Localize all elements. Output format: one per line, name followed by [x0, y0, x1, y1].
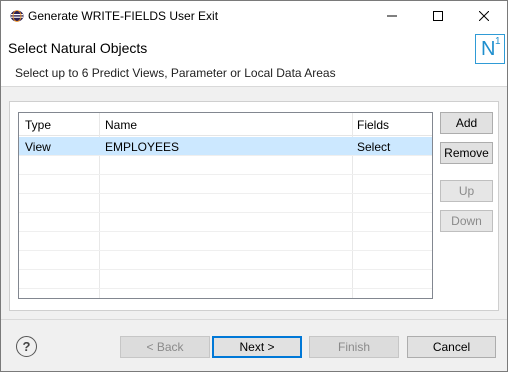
objects-table[interactable]: Type Name Fields View EMPLOYEES Select [18, 112, 433, 299]
column-header-name[interactable]: Name [105, 118, 137, 132]
close-button[interactable] [461, 1, 507, 31]
table-row[interactable]: View EMPLOYEES Select [19, 137, 432, 156]
column-header-type[interactable]: Type [25, 118, 51, 132]
table-row-empty [19, 213, 432, 232]
next-button[interactable]: Next > [212, 336, 302, 358]
title-bar: Generate WRITE-FIELDS User Exit [1, 1, 507, 31]
cell-name: EMPLOYEES [105, 140, 180, 154]
column-header-fields[interactable]: Fields [357, 118, 389, 132]
wizard-content: Type Name Fields View EMPLOYEES Select A… [1, 88, 507, 318]
back-button[interactable]: < Back [120, 336, 210, 358]
down-button[interactable]: Down [440, 210, 493, 232]
minimize-button[interactable] [369, 1, 415, 31]
minimize-icon [387, 15, 397, 17]
cell-type: View [25, 140, 51, 154]
wizard-footer: ? < Back Next > Finish Cancel [1, 319, 507, 371]
logo-letter: N [481, 38, 496, 60]
table-row-empty [19, 232, 432, 251]
cell-fields[interactable]: Select [357, 140, 390, 154]
window-title: Generate WRITE-FIELDS User Exit [28, 9, 219, 23]
table-row-empty [19, 251, 432, 270]
table-row-empty [19, 194, 432, 213]
table-row-empty [19, 270, 432, 289]
help-icon[interactable]: ? [16, 336, 37, 357]
dialog-window: Generate WRITE-FIELDS User Exit Select N… [0, 0, 508, 372]
close-icon [479, 11, 489, 21]
finish-button[interactable]: Finish [309, 336, 399, 358]
eclipse-icon [10, 10, 24, 22]
logo-superscript: 1 [495, 36, 501, 47]
objects-group: Type Name Fields View EMPLOYEES Select A… [9, 101, 499, 311]
maximize-icon [433, 11, 443, 21]
cancel-button[interactable]: Cancel [407, 336, 496, 358]
up-button[interactable]: Up [440, 180, 493, 202]
page-description: Select up to 6 Predict Views, Parameter … [15, 66, 336, 80]
table-header: Type Name Fields [19, 113, 432, 136]
maximize-button[interactable] [415, 1, 461, 31]
remove-button[interactable]: Remove [440, 142, 493, 164]
add-button[interactable]: Add [440, 112, 493, 134]
wizard-header: Select Natural Objects Select up to 6 Pr… [1, 31, 507, 87]
table-row-empty [19, 156, 432, 175]
page-title: Select Natural Objects [8, 40, 148, 56]
natural-one-logo: N 1 [475, 34, 505, 64]
table-row-empty [19, 175, 432, 194]
